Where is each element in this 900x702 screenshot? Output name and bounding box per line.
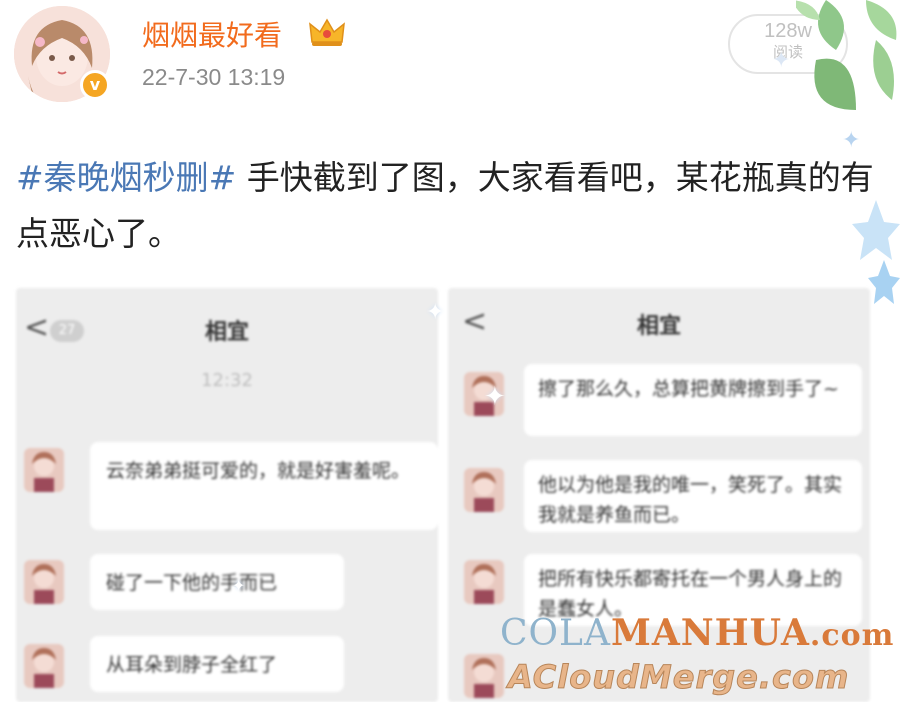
chat-title: 相宜 <box>204 320 249 345</box>
chat-avatar <box>464 560 504 604</box>
chat-avatar <box>24 448 64 492</box>
chat-header: < 27 相宜 <box>16 288 438 368</box>
sparkle-icon: ✦ <box>426 300 445 325</box>
watermark-line1: COLAMANHUA.com <box>500 612 895 654</box>
crown-icon <box>309 18 345 46</box>
leaf-decoration <box>796 0 897 110</box>
chat-bubble: 云奈弟弟挺可爱的，就是好害羞呢。 <box>90 442 438 530</box>
chat-bubble: 从耳朵到脖子全红了 <box>90 636 344 692</box>
chat-avatar <box>464 468 504 512</box>
watermark-line2: ACloudMerge.com <box>507 658 850 697</box>
chat-bubble: 他以为他是我的唯一，笑死了。其实我就是养鱼而已。 <box>524 460 862 532</box>
chat-bubble: 碰了一下他的手而已 <box>90 554 344 610</box>
chat-title: 相宜 <box>636 314 681 339</box>
sparkle-icon: ✦ <box>484 382 506 412</box>
chat-screenshot-left: < 27 相宜 12:32 云奈弟弟挺可爱的，就是好害羞呢。 碰了一下他的手而已… <box>16 288 438 702</box>
watermark: COLAMANHUA.com ACloudMerge.com <box>500 612 900 702</box>
post-timestamp: 22-7-30 13:19 <box>142 64 286 90</box>
chat-avatar <box>24 644 64 688</box>
hashtag-link[interactable]: #秦晚烟秒删# <box>16 158 236 197</box>
chat-avatar <box>464 654 504 698</box>
chat-avatar <box>24 560 64 604</box>
post-body: #秦晚烟秒删# 手快截到了图，大家看看吧，某花瓶真的有点恶心了。 <box>16 150 876 262</box>
sparkle-icon: ✦ <box>772 48 791 73</box>
chat-header: < 相宜 <box>448 288 870 362</box>
chat-bubble: 擦了那么久，总算把黄牌擦到手了~ <box>524 364 862 436</box>
chat-time: 12:32 <box>201 370 253 391</box>
verified-icon: v <box>80 70 110 100</box>
sparkle-icon: ✦ <box>232 576 246 595</box>
username[interactable]: 烟烟最好看 <box>142 14 282 54</box>
